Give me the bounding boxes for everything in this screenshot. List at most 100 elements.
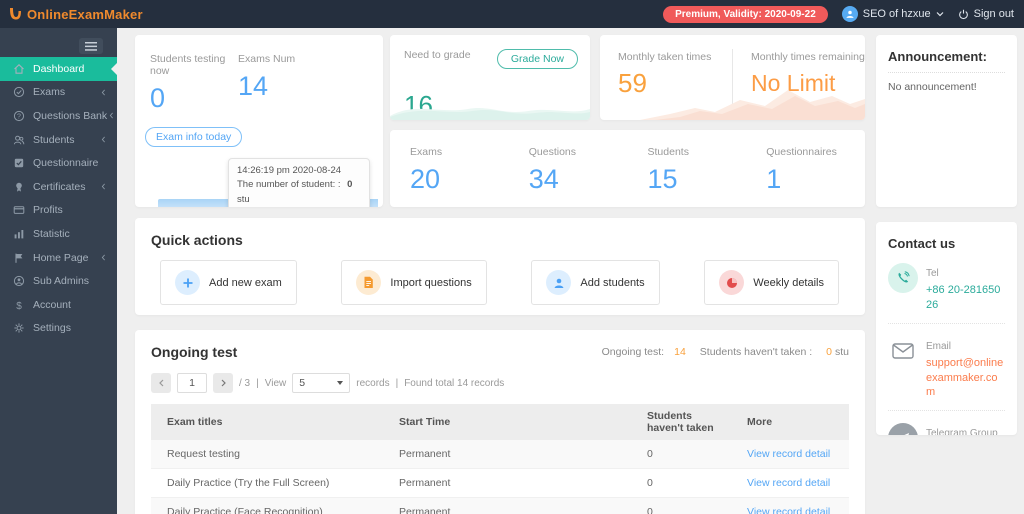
view-record-detail-link[interactable]: View record detail — [747, 477, 830, 489]
need-to-grade-card: Need to grade Grade Now 16 — [390, 35, 590, 120]
header-right: Premium, Validity: 2020-09-22 SEO of hzx… — [663, 5, 1014, 23]
sidebar-item-settings[interactable]: Settings — [0, 317, 117, 341]
monthly-taken-label: Monthly taken times — [618, 51, 712, 63]
next-page-button[interactable] — [213, 373, 233, 393]
exams-num-value: 14 — [238, 71, 269, 101]
sidebar-item-questions-bank[interactable]: Questions Bank — [0, 104, 117, 128]
envelope-icon — [888, 336, 918, 366]
found-records-label: Found total 14 records — [404, 377, 505, 389]
contact-email-item: Email support@onlineexammaker.com — [888, 324, 1005, 412]
add-new-exam-button[interactable]: Add new exam — [160, 260, 297, 305]
monthly-card: Monthly taken times 59 Monthly times rem… — [600, 35, 865, 120]
table-row[interactable]: Daily Practice (Try the Full Screen) Per… — [151, 468, 849, 498]
questions-total-value: 34 — [528, 164, 559, 194]
questionnaires-total-label: Questionnaires — [766, 146, 837, 158]
students-testing-label: Students testing now — [150, 53, 226, 77]
user-avatar — [841, 6, 858, 22]
add-students-button[interactable]: Add students — [531, 260, 660, 305]
tooltip-value: 0 — [347, 179, 353, 191]
page-number-input[interactable] — [177, 373, 207, 393]
ongoing-count: 14 — [674, 346, 686, 358]
view-record-detail-link[interactable]: View record detail — [747, 448, 830, 460]
questions-total-label: Questions — [528, 146, 577, 158]
signout-label: Sign out — [973, 8, 1014, 20]
sidebar-item-account[interactable]: Account — [0, 293, 117, 317]
sidebar-collapse-button[interactable] — [79, 38, 103, 54]
dollar-icon — [13, 299, 25, 312]
col-exam-titles: Exam titles — [151, 404, 383, 440]
tel-value[interactable]: +86 20-28165026 — [926, 283, 1005, 313]
students-testing-card: Students testing now 0 Exams Num 14 Exam… — [135, 35, 383, 207]
table-row[interactable]: Request testing Permanent 0 View record … — [151, 440, 849, 469]
select-caret-icon — [337, 381, 344, 385]
sidebar-item-certificates[interactable]: Certificates — [0, 175, 117, 199]
prev-page-button[interactable] — [151, 373, 171, 393]
quick-actions-title: Quick actions — [151, 232, 243, 248]
grade-now-button[interactable]: Grade Now — [496, 49, 578, 69]
brand-logo-icon — [8, 6, 23, 23]
telegram-label: Telegram Group — [926, 428, 998, 435]
pagination: / 3 | View 5 records | Found total 14 re… — [151, 373, 849, 393]
need-to-grade-label: Need to grade — [404, 49, 471, 61]
announcement-card: Announcement: No announcement! — [876, 35, 1017, 207]
view-record-detail-link[interactable]: View record detail — [747, 506, 830, 514]
power-icon — [958, 9, 969, 20]
sidebar-menu: Dashboard Exams Questions Bank Students … — [0, 57, 117, 340]
per-page-select[interactable]: 5 — [292, 373, 351, 393]
col-not-taken: Students haven't taken — [631, 404, 731, 440]
sidebar-item-home-page[interactable]: Home Page — [0, 246, 117, 270]
monthly-wave-decoration — [640, 90, 865, 120]
ongoing-test-stats: Ongoing test: 14 Students haven't taken … — [601, 346, 849, 358]
contact-us-card: Contact us Tel +86 20-28165026 Email sup… — [876, 222, 1017, 435]
table-row[interactable]: Daily Practice (Face Recognition) Perman… — [151, 497, 849, 514]
sidebar-item-sub-admins[interactable]: Sub Admins — [0, 269, 117, 293]
email-label: Email — [926, 340, 952, 352]
view-label: View — [264, 377, 287, 389]
contact-telegram-item: Telegram Group Join telegram Group — [888, 411, 1005, 435]
sidebar-item-dashboard[interactable]: Dashboard — [0, 57, 117, 81]
table-header-row: Exam titles Start Time Students haven't … — [151, 404, 849, 440]
top-header: OnlineExamMaker Premium, Validity: 2020-… — [0, 0, 1024, 28]
chevron-left-icon — [107, 111, 116, 120]
chevron-left-icon — [99, 88, 108, 97]
document-icon — [356, 270, 382, 295]
records-label: records — [356, 377, 390, 389]
sidebar-item-students[interactable]: Students — [0, 128, 117, 152]
users-icon — [13, 134, 25, 146]
gear-icon — [13, 322, 25, 334]
flag-icon — [13, 252, 25, 264]
col-start-time: Start Time — [383, 404, 631, 440]
sidebar-item-exams[interactable]: Exams — [0, 81, 117, 105]
contact-tel-item: Tel +86 20-28165026 — [888, 251, 1005, 324]
telegram-icon — [888, 423, 918, 435]
students-total-value: 15 — [647, 164, 678, 194]
students-total-label: Students — [647, 146, 689, 158]
weekly-details-button[interactable]: Weekly details — [704, 260, 839, 305]
import-questions-button[interactable]: Import questions — [341, 260, 487, 305]
brand[interactable]: OnlineExamMaker — [8, 6, 143, 23]
grade-wave-decoration — [390, 108, 590, 120]
exam-info-today-button[interactable]: Exam info today — [145, 127, 243, 147]
monthly-remaining-label: Monthly times remaining — [751, 51, 865, 63]
sidebar-item-statistic[interactable]: Statistic — [0, 222, 117, 246]
user-circle-icon — [13, 275, 25, 287]
check-circle-icon — [13, 86, 25, 98]
check-square-icon — [13, 157, 25, 169]
plus-icon — [175, 270, 200, 295]
chevron-down-icon — [936, 11, 944, 17]
tooltip-line: The number of student: : 0 stu — [237, 179, 353, 205]
students-testing-value: 0 — [150, 83, 166, 113]
email-value[interactable]: support@onlineexammaker.com — [926, 356, 1005, 401]
signout-button[interactable]: Sign out — [958, 8, 1014, 20]
sidebar-item-profits[interactable]: Profits — [0, 199, 117, 223]
sidebar-item-questionnaire[interactable]: Questionnaire — [0, 151, 117, 175]
app-root: OnlineExamMaker Premium, Validity: 2020-… — [0, 0, 1024, 514]
announcement-body: No announcement! — [888, 81, 977, 93]
not-taken-count: 0 — [826, 346, 832, 358]
question-circle-icon — [13, 110, 25, 122]
user-menu[interactable]: SEO of hzxue — [841, 6, 944, 22]
contact-us-title: Contact us — [888, 236, 956, 251]
chevron-left-icon — [99, 135, 108, 144]
exams-total-label: Exams — [410, 146, 443, 158]
exams-num-label: Exams Num — [238, 53, 296, 65]
